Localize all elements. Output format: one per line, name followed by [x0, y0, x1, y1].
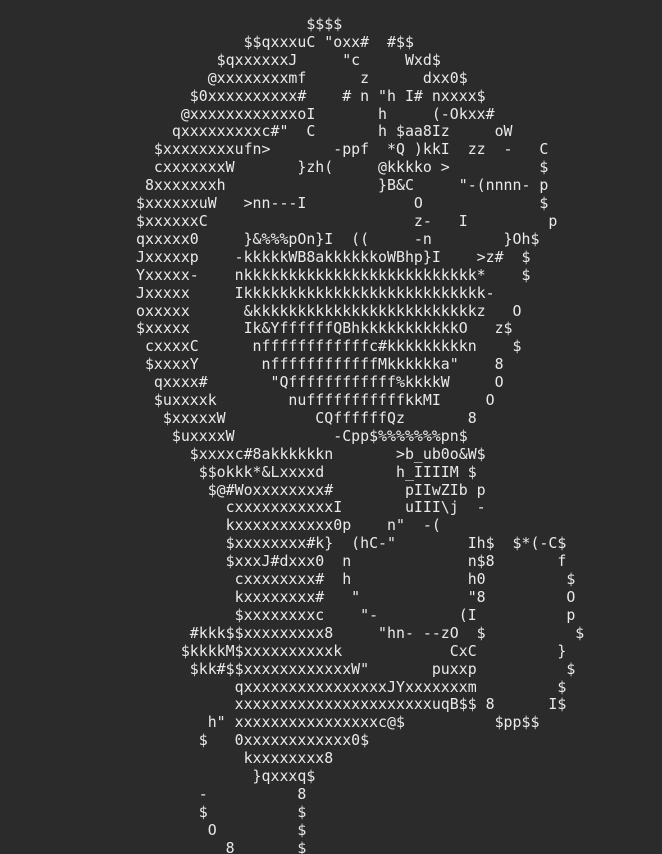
ascii-line: $ $: [136, 802, 307, 821]
ascii-line: $qxxxxxxJ "c Wxd$: [136, 50, 441, 69]
ascii-line: $xxxxxxxxufn> -ppf *Q )kkI zz - C: [136, 140, 549, 159]
ascii-line: $xxxJ#dxxx0 n n$8 f: [136, 552, 567, 571]
ascii-line: - 8: [136, 784, 307, 803]
ascii-line: $xxxxxxuW >nn---I O $: [136, 194, 549, 213]
ascii-line: cxxxxxxxW }zh( @kkkko > $: [136, 158, 549, 177]
ascii-line: Jxxxxxp -kkkkkWB8akkkkkkoWBhp}I >z# $: [136, 247, 531, 266]
ascii-line: qxxxx# "Qffffffffffff%kkkkW O: [136, 373, 504, 392]
ascii-line: Jxxxxx Ikkkkkkkkkkkkkkkkkkkkkkkkkkk-: [136, 283, 495, 302]
ascii-line: }qxxxq$: [136, 767, 316, 786]
ascii-line: $0xxxxxxxxxx# # n "h I# nxxxx$: [136, 86, 486, 105]
ascii-line: $$okkk*&Lxxxxd h_IIIIM $: [136, 462, 477, 481]
ascii-line: $xxxxxxxxc "- (I p: [136, 605, 576, 624]
ascii-line: 8xxxxxxxh }B&C "-(nnnn- p: [136, 176, 549, 195]
ascii-line: $kkkkM$xxxxxxxxxxk CxC }: [136, 641, 567, 660]
ascii-line: $xxxxxW CQffffffQz 8: [136, 408, 477, 427]
ascii-line: oxxxxx &kkkkkkkkkkkkkkkkkkkkkkkkkz O: [136, 301, 522, 320]
ascii-line: $xxxxY nffffffffffffMkkkkkka" 8: [136, 355, 504, 374]
ascii-line: $xxxxc#8akkkkkkn >b_ub0o&W$: [136, 444, 486, 463]
ascii-line: $$$$: [136, 15, 343, 33]
ascii-line: $$qxxxuC "oxx# #$$: [136, 32, 414, 51]
ascii-line: $ 0xxxxxxxxxxxx0$: [136, 731, 370, 750]
ascii-line: 8 $: [136, 838, 307, 854]
ascii-line: cxxxxxxxxxxxI uIII\j -: [136, 498, 486, 517]
ascii-line: @xxxxxxxxxxxxoI h (-Okxx#: [136, 104, 495, 123]
ascii-line: $xxxxxxxx#k} (hC-" Ih$ $*(-C$: [136, 534, 567, 553]
ascii-line: $xxxxxxC z- I p: [136, 211, 558, 230]
ascii-line: $xxxxx Ik&YffffffQBhkkkkkkkkkkkO z$: [136, 319, 513, 338]
ascii-line: kxxxxxxxx# " "8 O: [136, 588, 576, 606]
terminal-window: $$$$ $$qxxxuC "oxx# #$$ $qxxxxxxJ "c Wxd…: [0, 0, 662, 854]
ascii-line: kxxxxxxxxxxx0p n" -(: [136, 516, 441, 535]
ascii-line: xxxxxxxxxxxxxxxxxxxxxxuqB$$ 8 I$: [136, 695, 567, 714]
ascii-art: $$$$ $$qxxxuC "oxx# #$$ $qxxxxxxJ "c Wxd…: [136, 15, 585, 854]
ascii-line: cxxxxxxxx# h h0 $: [136, 570, 576, 589]
ascii-line: Yxxxxx- nkkkkkkkkkkkkkkkkkkkkkkkkkk* $: [136, 265, 531, 284]
ascii-line: $uxxxxk nufffffffffffkkMI O: [136, 391, 495, 410]
ascii-line: qxxxxx0 }&%%%pOn}I (( -n }Oh$: [136, 229, 540, 248]
ascii-line: $uxxxxW -Cpp$%%%%%%%pn$: [136, 426, 468, 445]
ascii-line: kxxxxxxxx8: [136, 749, 334, 768]
ascii-line: cxxxxC nffffffffffffc#kkkkkkkkkn $: [136, 337, 522, 356]
ascii-line: $@#Woxxxxxxxx# pIIwZIb p: [136, 480, 486, 499]
ascii-line: qxxxxxxxxxxxxxxxxJYxxxxxxxm $: [136, 677, 567, 696]
ascii-line: h" xxxxxxxxxxxxxxxxc@$ $pp$$: [136, 713, 540, 732]
ascii-line: #kkk$$xxxxxxxxx8 "hn- --zO $ $: [136, 623, 585, 642]
ascii-line: @xxxxxxxxmf z dxx0$: [136, 68, 468, 87]
ascii-line: O $: [136, 820, 307, 839]
ascii-line: $kk#$$xxxxxxxxxxxxW" puxxp $: [136, 659, 576, 678]
ascii-line: qxxxxxxxxxc#" C h $aa8Iz oW: [136, 122, 513, 141]
